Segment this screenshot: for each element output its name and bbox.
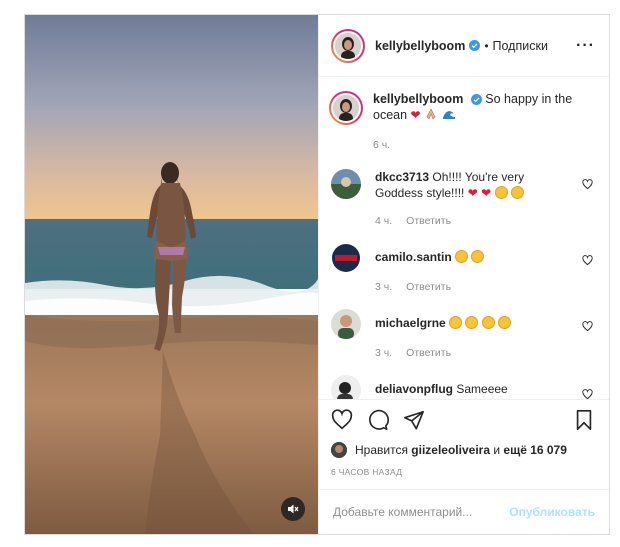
verified-badge-icon [470,94,482,105]
reply-button[interactable]: Ответить [406,281,451,293]
caption-username[interactable]: kellybellyboom [373,92,463,106]
likes-summary: Нравится giizeleoliveira и ещё 16 079 [319,439,609,461]
comment-time: 3 ч. [375,281,393,293]
bookmark-icon [576,409,592,430]
like-comment-heart-icon[interactable] [582,179,593,190]
comment-button[interactable] [367,409,389,431]
likes-count[interactable]: ещё 16 079 [503,443,567,457]
verified-badge-icon [469,40,481,51]
like-button[interactable] [331,408,353,431]
liker-username[interactable]: giizeleoliveira [411,443,490,457]
mute-button[interactable] [281,497,305,521]
praying-hands-emoji [426,108,436,120]
comment: dkcc3713 Oh!!!! You're very Goddess styl… [331,169,595,229]
caption: kellybellyboom So happy in the ocean ❤ 6… [329,91,595,153]
separator-dot: • [484,38,489,53]
comment-input[interactable]: Добавьте комментарий... [333,505,472,519]
following-button[interactable]: Подписки [493,39,548,53]
comment-time: 4 ч. [375,215,393,227]
like-comment-heart-icon[interactable] [582,255,593,266]
comment-meta: 3 ч. Ответить [375,279,569,295]
likes-prefix: Нравится [355,443,408,457]
heart-eyes-emoji [494,186,508,199]
comment-meta: 4 ч. Ответить [375,213,569,229]
heart-eyes-emoji [465,316,479,329]
comment-username[interactable]: michaelgrne [375,316,446,330]
commenter-avatar[interactable] [331,243,361,273]
commenter-avatar[interactable] [331,309,361,339]
comment: deliavonpflug Sameeee [331,375,595,399]
post-video[interactable] [25,15,318,534]
share-button[interactable] [403,409,425,431]
liker-avatar[interactable] [331,442,347,458]
beach-scene-image [25,15,318,534]
post-actions [319,399,609,439]
heart-eyes-emoji [510,186,524,199]
comment-username[interactable]: camilo.santin [375,250,452,264]
muted-speaker-icon [288,504,299,514]
add-comment-bar: Добавьте комментарий... Опубликовать [319,489,609,534]
comment: michaelgrne 3 ч. Ответить [331,309,595,361]
water-wave-emoji [442,110,455,119]
commenter-avatar[interactable] [331,375,361,399]
heart-icon [331,408,353,429]
red-heart-emoji: ❤ [467,186,478,200]
comment-time: 3 ч. [375,347,393,359]
like-comment-heart-icon[interactable] [582,389,593,399]
instagram-post: kellybellyboom • Подписки ··· kellybelly… [24,14,610,535]
caption-meta: 6 ч. [373,137,595,153]
comment-meta: 3 ч. Ответить [375,345,569,361]
author-username[interactable]: kellybellyboom [375,39,465,53]
comment-text: Sameeee [456,382,508,396]
caption-avatar[interactable] [329,91,363,125]
grinning-face-emoji [471,250,485,263]
red-heart-emoji: ❤ [481,186,492,200]
heart-eyes-emoji [449,316,463,329]
paper-plane-icon [404,410,424,430]
red-heart-emoji: ❤ [410,108,421,122]
post-header: kellybellyboom • Подписки ··· [319,15,609,77]
save-button[interactable] [573,409,595,431]
post-timestamp[interactable]: 6 ЧАСОВ НАЗАД [319,461,609,489]
commenter-avatar[interactable] [331,169,361,199]
grinning-face-emoji [455,250,469,263]
likes-and: и [493,443,501,457]
like-comment-heart-icon[interactable] [582,321,593,332]
comment: camilo.santin 3 ч. Ответить [331,243,595,295]
post-side-panel: kellybellyboom • Подписки ··· kellybelly… [318,15,609,534]
reply-button[interactable]: Ответить [406,215,451,227]
comment-username[interactable]: deliavonpflug [375,382,453,396]
caption-time: 6 ч. [373,139,391,151]
reply-button[interactable]: Ответить [406,347,451,359]
more-options-icon[interactable]: ··· [576,37,595,55]
comments-list: kellybellyboom So happy in the ocean ❤ 6… [319,77,609,399]
comment-username[interactable]: dkcc3713 [375,170,429,184]
heart-eyes-emoji [498,316,512,329]
comment-bubble-icon [369,409,389,430]
heart-eyes-emoji [481,316,495,329]
author-avatar[interactable] [331,28,365,63]
publish-button[interactable]: Опубликовать [509,505,595,519]
